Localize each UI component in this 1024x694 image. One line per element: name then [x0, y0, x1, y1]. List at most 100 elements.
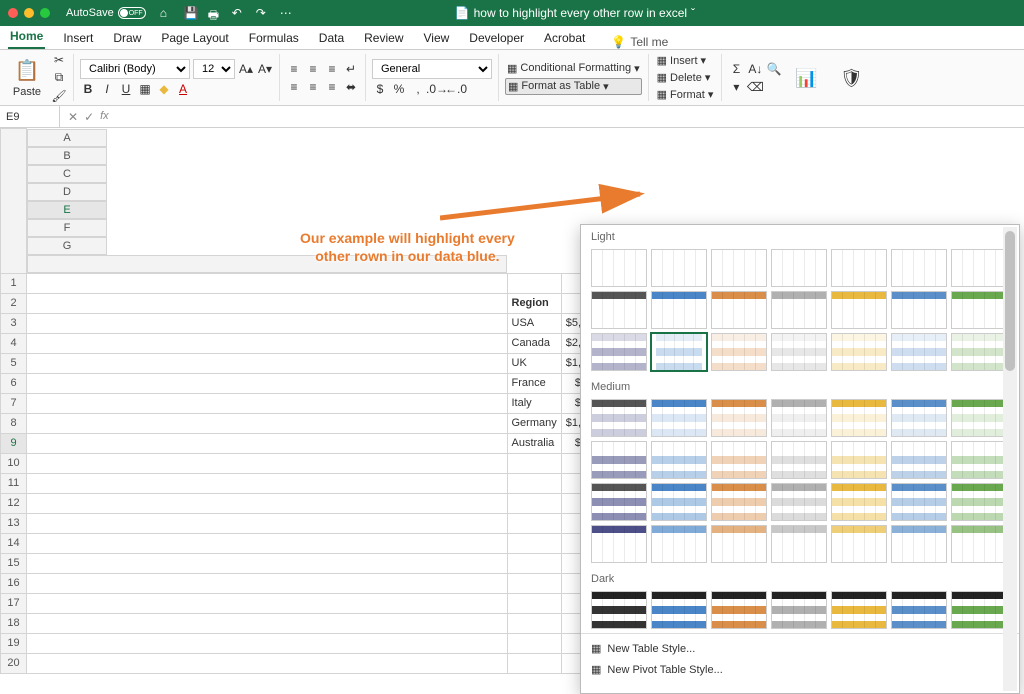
format-painter-button[interactable]: 🖌	[51, 88, 67, 104]
table-style-thumb[interactable]	[831, 591, 887, 629]
cell[interactable]	[27, 533, 508, 553]
table-style-thumb[interactable]	[831, 249, 887, 287]
tab-page-layout[interactable]: Page Layout	[159, 27, 230, 49]
table-style-thumb[interactable]	[891, 249, 947, 287]
align-mid-button[interactable]: ≡	[305, 61, 321, 77]
table-style-thumb[interactable]	[771, 333, 827, 371]
table-style-thumb[interactable]	[651, 591, 707, 629]
sensitivity-button[interactable]: 🛡	[830, 54, 872, 102]
cell[interactable]	[27, 293, 508, 313]
analyze-data-button[interactable]: 📊	[785, 54, 827, 102]
cell[interactable]	[27, 313, 508, 333]
cell[interactable]	[27, 593, 508, 613]
home-icon[interactable]: ⌂	[160, 6, 174, 20]
row-header[interactable]: 8	[1, 413, 27, 433]
row-header[interactable]: 18	[1, 613, 27, 633]
format-cells-button[interactable]: ▦Format▾	[655, 87, 716, 102]
col-header[interactable]: F	[27, 219, 107, 237]
undo-icon[interactable]: ↶	[232, 6, 246, 20]
cell[interactable]	[27, 553, 508, 573]
table-style-thumb[interactable]	[651, 333, 707, 371]
increase-font-button[interactable]: A▴	[238, 61, 254, 77]
select-all-corner[interactable]	[1, 129, 27, 274]
font-color-button[interactable]: A	[175, 81, 191, 97]
table-style-thumb[interactable]	[831, 399, 887, 437]
row-header[interactable]: 19	[1, 633, 27, 653]
table-style-thumb[interactable]	[651, 525, 707, 563]
table-style-thumb[interactable]	[591, 483, 647, 521]
comma-button[interactable]: ,	[410, 81, 426, 97]
row-header[interactable]: 6	[1, 373, 27, 393]
table-style-thumb[interactable]	[591, 399, 647, 437]
table-style-thumb[interactable]	[891, 399, 947, 437]
table-style-thumb[interactable]	[651, 399, 707, 437]
row-header[interactable]: 13	[1, 513, 27, 533]
table-style-thumb[interactable]	[771, 525, 827, 563]
cell[interactable]	[27, 493, 508, 513]
tell-me[interactable]: 💡 Tell me	[611, 35, 668, 49]
col-header[interactable]: A	[27, 129, 107, 147]
cell[interactable]: Australia	[507, 433, 561, 453]
conditional-formatting-button[interactable]: ▦Conditional Formatting▾	[505, 61, 642, 76]
table-style-thumb[interactable]	[771, 291, 827, 329]
table-style-thumb[interactable]	[891, 591, 947, 629]
cell[interactable]: Region	[507, 293, 561, 313]
cell[interactable]	[507, 593, 561, 613]
table-style-thumb[interactable]	[771, 441, 827, 479]
cell[interactable]	[507, 573, 561, 593]
table-style-thumb[interactable]	[651, 291, 707, 329]
table-style-thumb[interactable]	[951, 591, 1007, 629]
align-right-button[interactable]: ≡	[324, 79, 340, 95]
row-header[interactable]: 16	[1, 573, 27, 593]
row-header[interactable]: 5	[1, 353, 27, 373]
cell[interactable]	[27, 573, 508, 593]
table-style-thumb[interactable]	[651, 441, 707, 479]
cell[interactable]	[507, 473, 561, 493]
col-header[interactable]: E	[27, 201, 107, 219]
close-icon[interactable]	[8, 8, 18, 18]
cell[interactable]: USA	[507, 313, 561, 333]
cell[interactable]	[27, 373, 508, 393]
col-header[interactable]: D	[27, 183, 107, 201]
align-top-button[interactable]: ≡	[286, 61, 302, 77]
align-bot-button[interactable]: ≡	[324, 61, 340, 77]
tab-developer[interactable]: Developer	[467, 27, 526, 49]
table-style-thumb[interactable]	[951, 399, 1007, 437]
row-header[interactable]: 11	[1, 473, 27, 493]
table-style-thumb[interactable]	[951, 291, 1007, 329]
table-style-thumb[interactable]	[591, 249, 647, 287]
fill-button[interactable]: ▾	[728, 79, 744, 95]
font-name-select[interactable]: Calibri (Body)	[80, 59, 190, 79]
table-style-thumb[interactable]	[591, 441, 647, 479]
cell[interactable]	[27, 413, 508, 433]
table-style-thumb[interactable]	[771, 483, 827, 521]
dec-inc-button[interactable]: .0→	[429, 81, 445, 97]
cell[interactable]: Canada	[507, 333, 561, 353]
autosum-button[interactable]: Σ	[728, 61, 744, 77]
table-style-thumb[interactable]	[711, 291, 767, 329]
cell[interactable]	[27, 353, 508, 373]
cell[interactable]: UK	[507, 353, 561, 373]
row-header[interactable]: 7	[1, 393, 27, 413]
table-style-thumb[interactable]	[651, 249, 707, 287]
italic-button[interactable]: I	[99, 81, 115, 97]
table-style-thumb[interactable]	[891, 441, 947, 479]
row-header[interactable]: 3	[1, 313, 27, 333]
zoom-icon[interactable]	[40, 8, 50, 18]
delete-cells-button[interactable]: ▦Delete▾	[655, 70, 716, 85]
table-style-thumb[interactable]	[711, 333, 767, 371]
align-center-button[interactable]: ≡	[305, 79, 321, 95]
cell[interactable]	[27, 273, 508, 293]
tab-home[interactable]: Home	[8, 25, 45, 49]
merge-button[interactable]: ⬌	[343, 79, 359, 95]
cancel-icon[interactable]: ✕	[68, 110, 78, 124]
table-style-thumb[interactable]	[831, 525, 887, 563]
table-style-thumb[interactable]	[951, 249, 1007, 287]
row-header[interactable]: 14	[1, 533, 27, 553]
cell[interactable]	[507, 513, 561, 533]
cell[interactable]	[27, 633, 508, 653]
decrease-font-button[interactable]: A▾	[257, 61, 273, 77]
cell[interactable]: Germany	[507, 413, 561, 433]
table-style-thumb[interactable]	[711, 441, 767, 479]
cell[interactable]	[27, 393, 508, 413]
